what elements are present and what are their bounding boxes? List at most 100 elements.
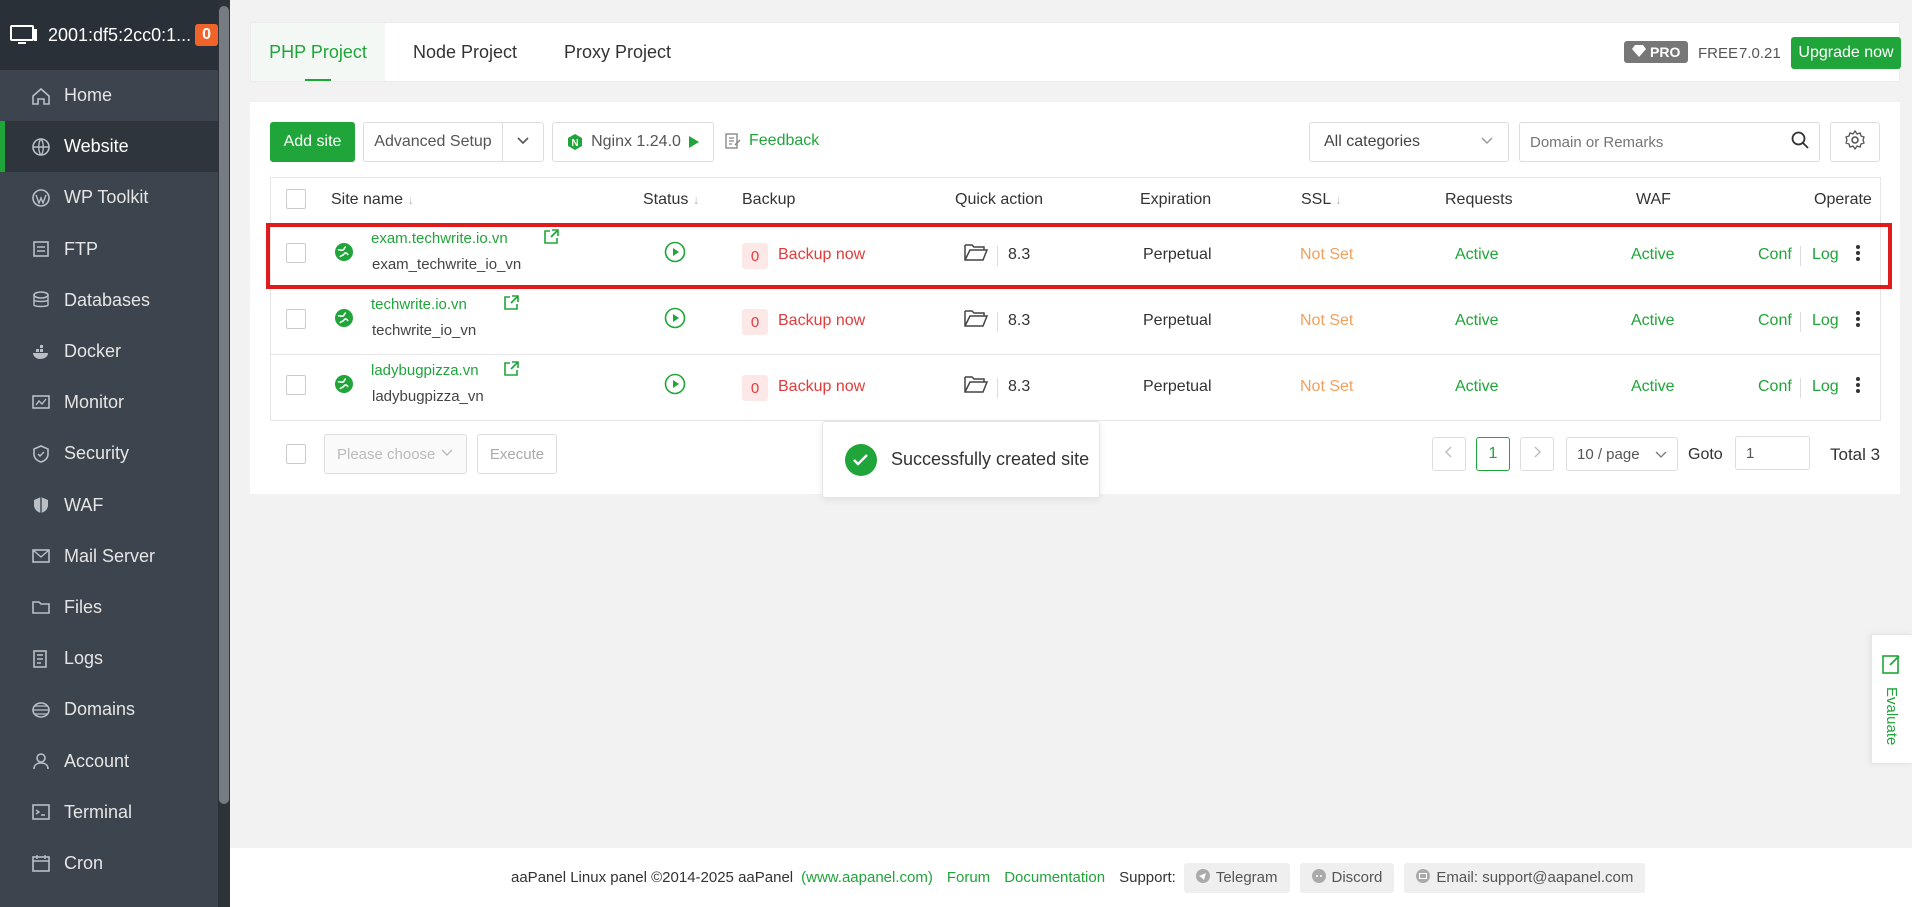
running-play-icon[interactable] — [664, 373, 686, 400]
site-domain-link[interactable]: ladybugpizza.vn — [371, 362, 479, 379]
execute-button[interactable]: Execute — [477, 434, 557, 474]
log-link[interactable]: Log — [1812, 378, 1839, 396]
free-label: FREE — [1698, 45, 1739, 62]
prev-page-button[interactable] — [1432, 437, 1466, 471]
per-page-select[interactable]: 10 / page — [1566, 437, 1678, 471]
waf-status[interactable]: Active — [1631, 312, 1675, 330]
sidebar-item-docker[interactable]: Docker — [0, 326, 218, 377]
sidebar-item-account[interactable]: Account — [0, 735, 218, 786]
goto-page-input[interactable] — [1735, 436, 1810, 470]
page-1-button[interactable]: 1 — [1476, 437, 1510, 471]
log-link[interactable]: Log — [1812, 312, 1839, 330]
external-link-icon[interactable] — [503, 361, 519, 382]
sidebar-item-cron[interactable]: Cron — [0, 838, 218, 889]
tab-php-project[interactable]: PHP Project — [251, 23, 385, 81]
open-folder-icon[interactable] — [964, 308, 989, 333]
more-options-icon[interactable] — [1856, 309, 1862, 329]
backup-now-link[interactable]: Backup now — [778, 378, 865, 396]
site-remark: ladybugpizza_vn — [372, 388, 484, 405]
mail-icon — [30, 545, 52, 567]
sidebar-item-monitor[interactable]: Monitor — [0, 377, 218, 428]
row-highlight-annotation — [266, 223, 1892, 289]
ssl-status[interactable]: Not Set — [1300, 312, 1353, 330]
ssl-status[interactable]: Not Set — [1300, 378, 1353, 396]
sidebar-item-label: Website — [64, 136, 129, 157]
sidebar-item-label: Terminal — [64, 801, 133, 822]
search-icon[interactable] — [1791, 131, 1809, 154]
select-all-bottom-checkbox[interactable] — [286, 444, 306, 464]
sidebar-item-logs[interactable]: Logs — [0, 633, 218, 684]
column-header-site-name[interactable]: Site name ↓ — [331, 191, 414, 209]
select-all-checkbox[interactable] — [286, 189, 306, 209]
footer-documentation-link[interactable]: Documentation — [1004, 869, 1105, 886]
row-checkbox[interactable] — [286, 309, 306, 329]
sidebar-item-security[interactable]: Security — [0, 428, 218, 479]
sidebar-item-label: WAF — [64, 494, 104, 515]
notification-badge[interactable]: 0 — [195, 24, 219, 46]
expiration-value[interactable]: Perpetual — [1143, 378, 1212, 396]
requests-status[interactable]: Active — [1455, 378, 1499, 396]
tab-proxy-project[interactable]: Proxy Project — [564, 23, 671, 81]
running-play-icon[interactable] — [664, 307, 686, 334]
feedback-link[interactable]: Feedback — [725, 132, 819, 150]
sidebar-item-files[interactable]: Files — [0, 582, 218, 633]
waf-status[interactable]: Active — [1631, 378, 1675, 396]
requests-status[interactable]: Active — [1455, 312, 1499, 330]
sidebar-item-home[interactable]: Home — [0, 70, 218, 121]
server-header[interactable]: 2001:df5:2cc0:1... 0 — [0, 0, 219, 70]
discord-link[interactable]: Discord — [1299, 862, 1395, 893]
edit-note-icon — [725, 132, 741, 150]
divider — [1800, 378, 1801, 398]
site-domain-link[interactable]: techwrite.io.vn — [371, 296, 467, 313]
search-box — [1519, 122, 1820, 162]
footer-support-label: Support: — [1119, 869, 1176, 886]
sidebar-item-terminal[interactable]: Terminal — [0, 787, 218, 838]
sidebar: 2001:df5:2cc0:1... 0 Home Website WP Toolk… — [0, 0, 219, 907]
sidebar-item-wp-toolkit[interactable]: WP Toolkit — [0, 172, 218, 223]
chevron-left-icon — [1445, 445, 1453, 463]
advanced-setup-dropdown[interactable] — [502, 122, 544, 162]
pro-badge[interactable]: PRO — [1624, 41, 1689, 63]
external-link-icon[interactable] — [503, 295, 519, 316]
sidebar-item-domains[interactable]: Domains — [0, 684, 218, 735]
telegram-link[interactable]: Telegram — [1183, 862, 1290, 893]
sort-arrow-icon: ↓ — [407, 192, 415, 207]
category-select[interactable]: All categories — [1309, 122, 1509, 162]
sidebar-item-website[interactable]: Website — [0, 121, 218, 173]
sidebar-item-waf[interactable]: WAF — [0, 480, 218, 531]
bulk-action-select[interactable]: Please choose — [324, 434, 467, 474]
evaluate-tab[interactable]: Evaluate — [1871, 634, 1912, 764]
column-header-status[interactable]: Status ↓ — [643, 191, 699, 209]
sidebar-item-databases[interactable]: Databases — [0, 275, 218, 326]
conf-link[interactable]: Conf — [1758, 312, 1792, 330]
next-page-button[interactable] — [1520, 437, 1554, 471]
row-checkbox[interactable] — [286, 375, 306, 395]
settings-button[interactable] — [1830, 122, 1880, 162]
upgrade-button[interactable]: Upgrade now — [1791, 37, 1901, 69]
sidebar-item-mail-server[interactable]: Mail Server — [0, 531, 218, 582]
nginx-button[interactable]: N Nginx 1.24.0 — [552, 122, 714, 162]
play-icon — [688, 136, 699, 148]
backup-now-link[interactable]: Backup now — [778, 312, 865, 330]
open-folder-icon[interactable] — [964, 374, 989, 399]
footer-site-link[interactable]: (www.aapanel.com) — [801, 869, 933, 886]
advanced-setup-button[interactable]: Advanced Setup — [363, 122, 503, 162]
column-header-ssl[interactable]: SSL ↓ — [1301, 191, 1342, 209]
more-options-icon[interactable] — [1856, 375, 1862, 395]
sort-arrow-icon: ↓ — [692, 192, 700, 207]
database-icon — [30, 289, 52, 311]
expiration-value[interactable]: Perpetual — [1143, 312, 1212, 330]
conf-link[interactable]: Conf — [1758, 378, 1792, 396]
php-version[interactable]: 8.3 — [1008, 312, 1030, 330]
discord-icon — [1311, 868, 1326, 887]
sidebar-scrollbar[interactable] — [219, 6, 229, 804]
tab-node-project[interactable]: Node Project — [413, 23, 517, 81]
email-link[interactable]: Email: support@aapanel.com — [1404, 862, 1646, 893]
search-input[interactable] — [1530, 133, 1770, 151]
footer-forum-link[interactable]: Forum — [947, 869, 990, 886]
sidebar-item-ftp[interactable]: FTP — [0, 224, 218, 275]
total-count: Total 3 — [1830, 445, 1881, 464]
sidebar-item-label: Databases — [64, 289, 151, 310]
add-site-button[interactable]: Add site — [270, 122, 355, 162]
php-version[interactable]: 8.3 — [1008, 378, 1030, 396]
